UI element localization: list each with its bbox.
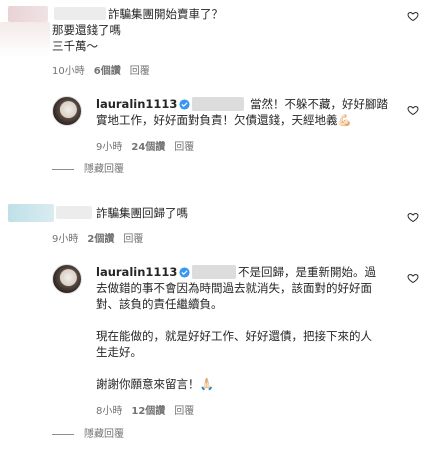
reply-time: 8小時 [96,406,123,417]
commenter-avatar[interactable] [8,6,48,22]
reply-meta: 8小時 12個讚 回覆 [96,402,203,417]
verified-badge-icon [179,99,190,110]
comment-time: 10小時 [52,66,85,77]
heart-icon [407,273,419,284]
reply-like-button[interactable] [407,272,419,284]
reply-button[interactable]: 回覆 [130,66,150,77]
reply-line1: lauralin1113@ [96,264,204,280]
heart-icon [407,11,419,22]
comment-text-line1: 詐騙集團回歸了嗎 [96,206,188,220]
reply-likes[interactable]: 12個讚 [131,406,165,417]
comment-time: 9小時 [52,234,79,245]
reply-username[interactable]: lauralin1113 [96,265,177,279]
hide-replies-toggle[interactable]: 隱藏回覆 [52,425,124,440]
comment-likes[interactable]: 2個讚 [87,234,114,245]
comment-likes[interactable]: 6個讚 [94,66,121,77]
reply-likes[interactable]: 24個讚 [131,142,165,153]
divider-line [52,168,74,170]
reply-reply-button[interactable]: 回覆 [174,142,194,153]
mentioned-username-hidden[interactable] [192,265,236,279]
hide-replies-label[interactable]: 隱藏回覆 [84,429,124,440]
reply-text-line4: 現在能做的，就是好好工作、好好還債，把接下來的人 [96,329,372,343]
reply-text-line1: 不是回歸，是重新開始。過 [238,265,376,279]
heart-icon [407,212,419,223]
comment-meta: 10小時 6個讚 回覆 [52,62,159,77]
commenter-avatar-fade [0,22,50,58]
like-button[interactable] [407,10,419,22]
verified-badge-icon [179,267,190,278]
reply-line1: lauralin1113@ [96,96,204,112]
comment-meta: 9小時 2個讚 回覆 [52,230,152,245]
reply-avatar[interactable] [52,96,82,126]
reply-text-line2: 實地工作，好好面對負責！欠債還錢，天經地義💪🏻 [96,113,352,127]
reply-reply-button[interactable]: 回覆 [174,406,194,417]
reply-time: 9小時 [96,142,123,153]
hide-replies-label[interactable]: 隱藏回覆 [84,164,124,175]
heart-icon [407,105,419,116]
reply-button[interactable]: 回覆 [123,234,143,245]
reply-like-button[interactable] [407,104,419,116]
reply-avatar[interactable] [52,264,82,294]
reply-text-line3: 對、該負的責任繼續負。 [96,297,223,311]
commenter-username-hidden[interactable] [54,7,106,20]
reply-username[interactable]: lauralin1113 [96,97,177,111]
mentioned-username-hidden[interactable] [192,97,244,111]
reply-meta: 9小時 24個讚 回覆 [96,138,203,153]
comment-text-line3: 三千萬～ [52,39,98,53]
reply-text-line2: 去做錯的事不會因為時間過去就消失，該面對的好好面 [96,281,372,295]
comment-text-line2: 那要還錢了嗎 [52,23,121,37]
commenter-username-hidden[interactable] [56,206,92,219]
like-button[interactable] [407,211,419,223]
commenter-avatar[interactable] [8,204,54,222]
reply-text-line5: 生走好。 [96,345,142,359]
reply-text-line6: 謝謝你願意來留言！🙏🏻 [96,377,214,391]
reply-text-line1: 當然！不躲不藏，好好腳踏 [250,97,388,111]
comment-text-line1: 詐騙集團開始賣車了？ [108,7,223,21]
divider-line [52,433,74,435]
hide-replies-toggle[interactable]: 隱藏回覆 [52,160,124,175]
